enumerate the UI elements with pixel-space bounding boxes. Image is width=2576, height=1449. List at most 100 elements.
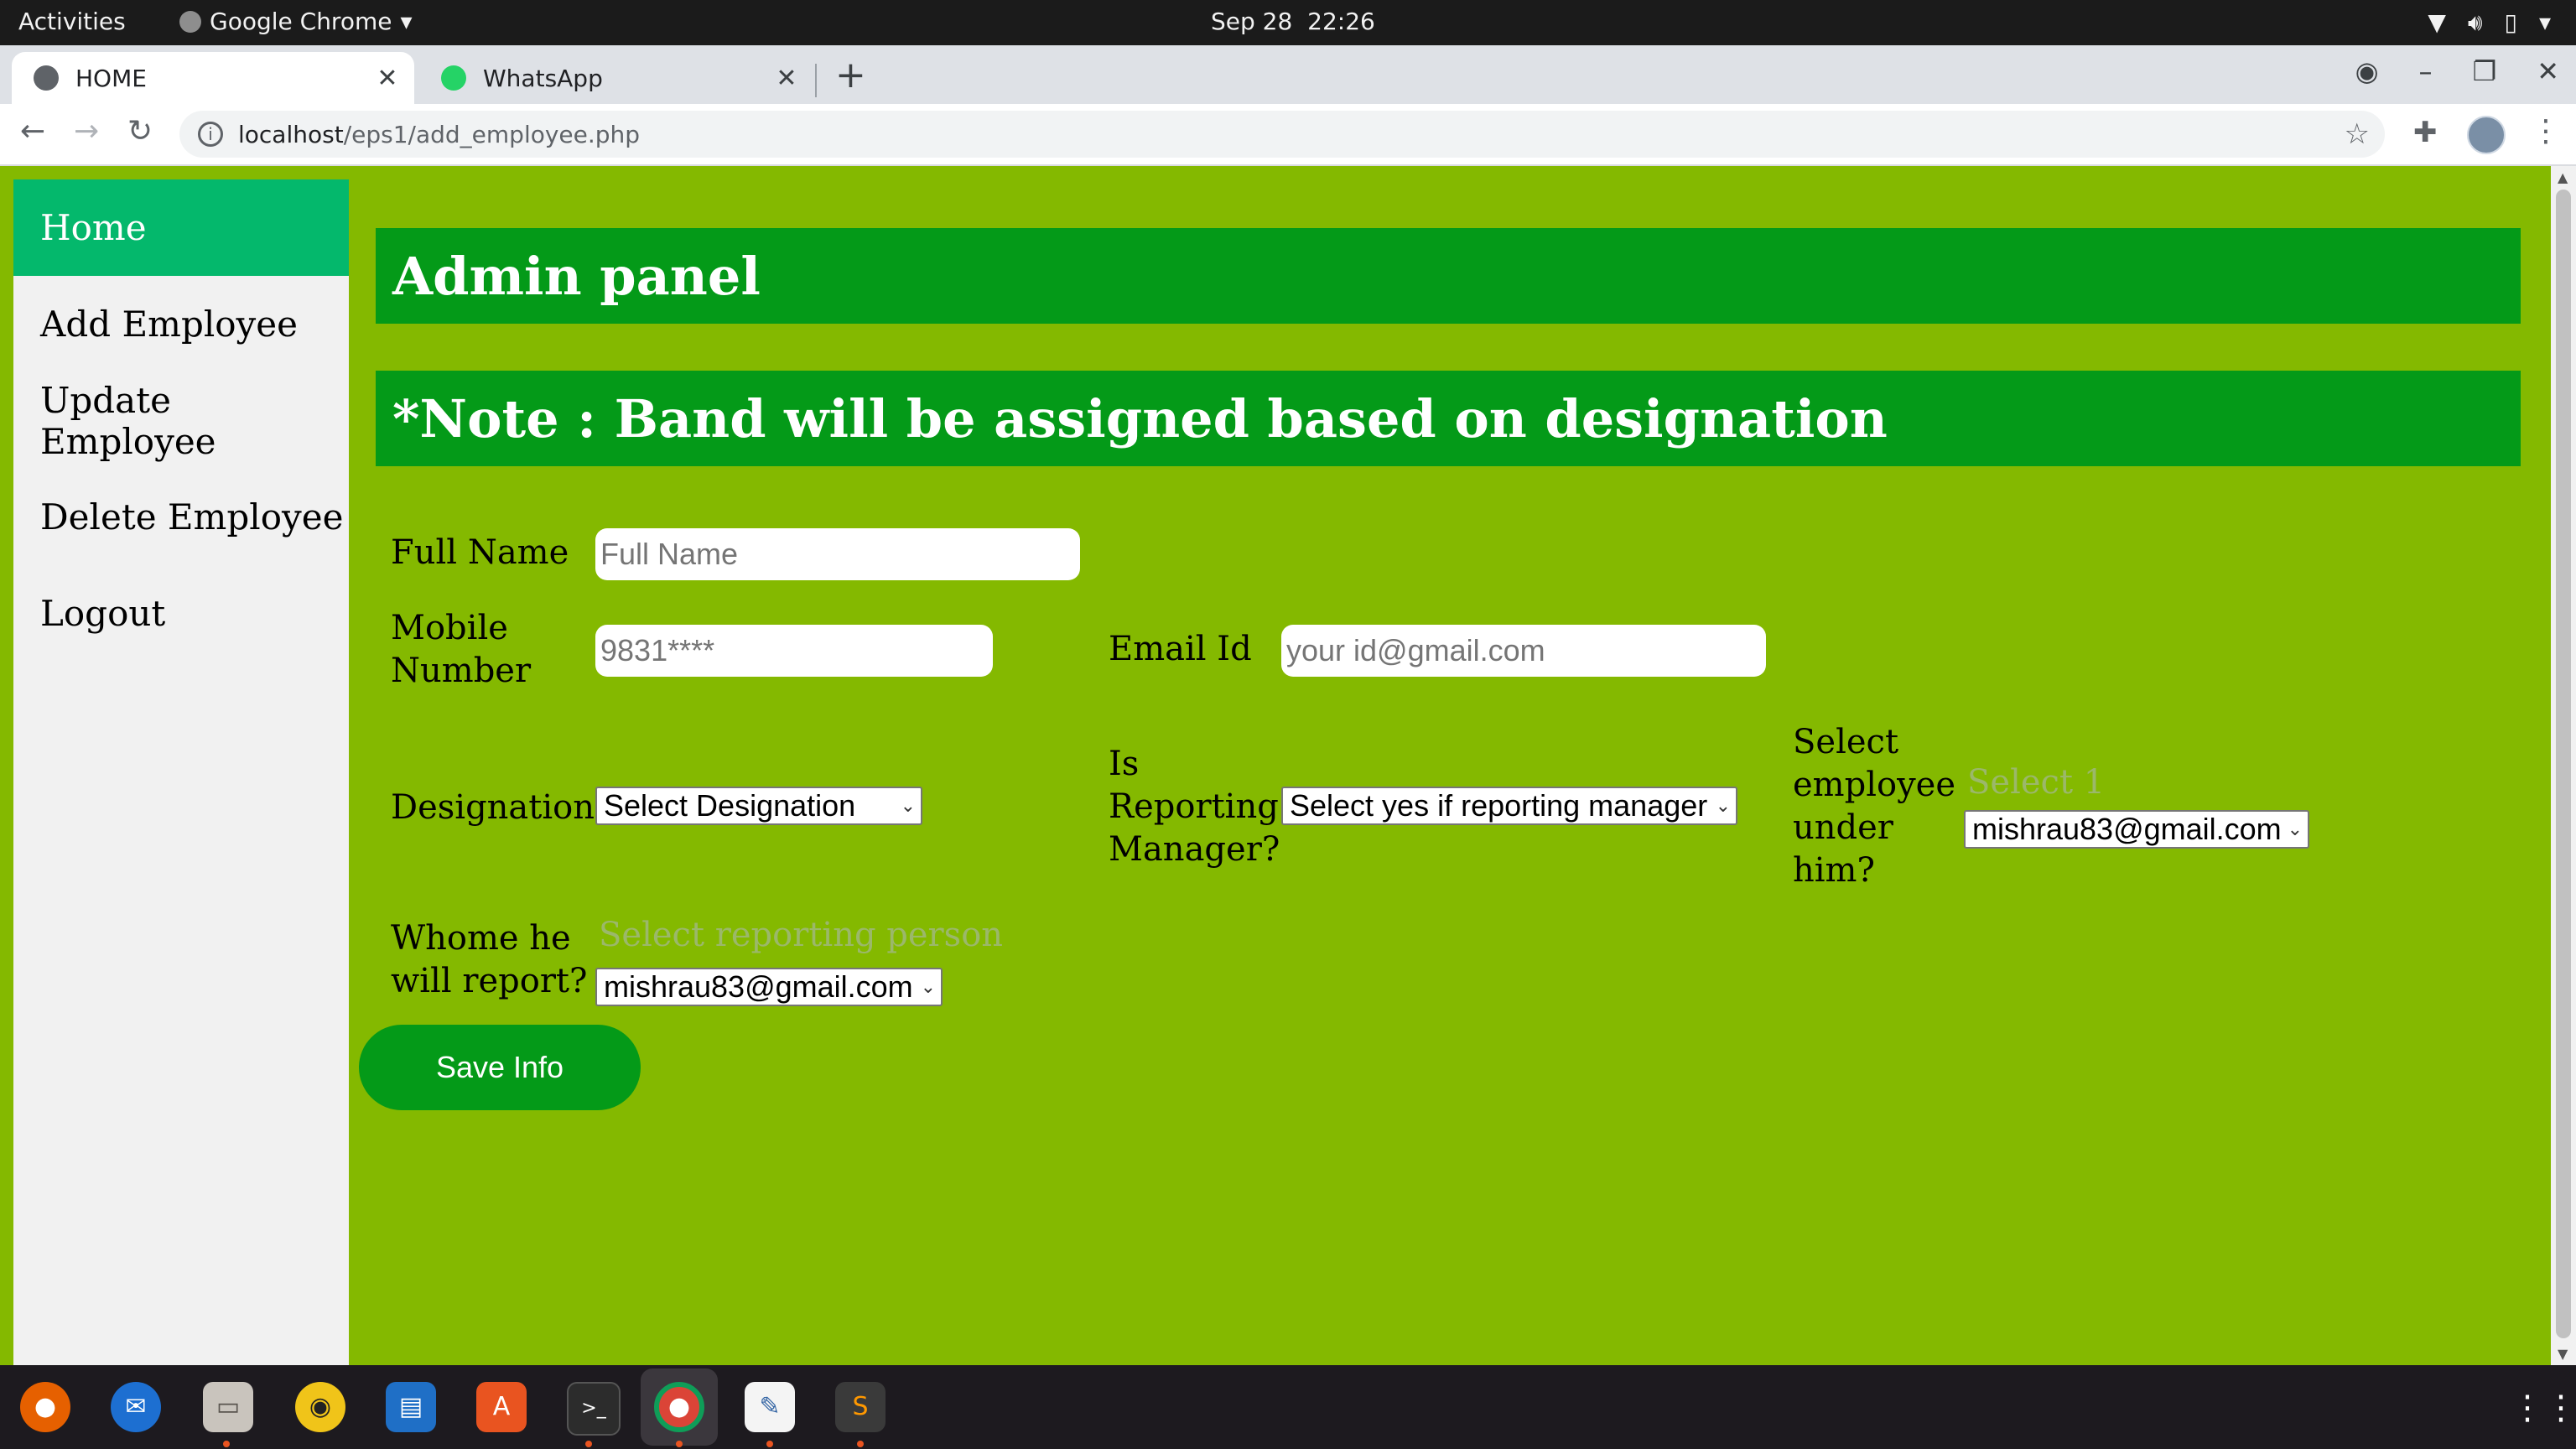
close-window-icon[interactable]: ✕ [2537, 55, 2559, 87]
chevron-down-icon: ⌄ [900, 795, 916, 816]
reporting-manager-selected: Select yes if reporting manager [1290, 788, 1708, 823]
rhythmbox-icon[interactable]: ◉ [295, 1382, 345, 1432]
tab-title: WhatsApp [483, 64, 603, 92]
manager-label-line: Is [1109, 745, 1140, 783]
sidebar-item-update-employee[interactable]: Update Employee [13, 372, 349, 469]
disc-glyph: ◉ [309, 1392, 332, 1421]
back-arrow-icon[interactable]: ← [20, 114, 45, 148]
chevron-down-icon: ▾ [2538, 8, 2551, 36]
tab-search-icon[interactable]: ◉ [2355, 55, 2379, 87]
employees-under-hint: Select 1 [1967, 763, 2106, 802]
minimize-icon[interactable]: – [2419, 55, 2433, 87]
reporting-manager-select[interactable]: Select yes if reporting manager ⌄ [1281, 787, 1737, 825]
software-icon[interactable]: A [476, 1382, 527, 1432]
sublime-icon[interactable]: S [835, 1382, 886, 1432]
document-glyph: ▤ [398, 1392, 423, 1421]
writer-icon[interactable]: ▤ [386, 1382, 436, 1432]
reports-to-select[interactable]: mishrau83@gmail.com ⌄ [595, 968, 943, 1006]
window-controls: ◉ – ❐ ✕ [2355, 55, 2559, 87]
files-icon[interactable]: ▭ [203, 1382, 253, 1432]
reports-label-line: Whome he [391, 919, 571, 958]
running-indicator [585, 1441, 592, 1447]
designation-select[interactable]: Select Designation ⌄ [595, 787, 922, 825]
mobile-label-line: Mobile [391, 609, 508, 647]
save-info-button[interactable]: Save Info [359, 1025, 641, 1110]
wifi-icon: ▼ [2428, 8, 2446, 36]
sidebar-item-delete-employee[interactable]: Delete Employee [13, 469, 349, 565]
restore-icon[interactable]: ❐ [2473, 55, 2497, 87]
sidebar-item-add-employee[interactable]: Add Employee [13, 276, 349, 372]
clock-time: 22:26 [1307, 8, 1375, 35]
mobile-number-label: Mobile Number [391, 607, 531, 693]
close-icon[interactable]: ✕ [369, 64, 406, 93]
chrome-small-icon [179, 10, 201, 33]
folder-glyph: ▭ [216, 1392, 241, 1421]
page-scrollbar[interactable]: ▲ ▼ [2551, 166, 2576, 1365]
new-tab-button[interactable]: + [835, 54, 866, 96]
clock[interactable]: Sep 28 22:26 [1211, 8, 1375, 35]
volume-icon: 🔊︎ [2467, 8, 2483, 36]
reload-icon[interactable]: ↻ [127, 114, 153, 148]
reports-to-label: Whome he will report? [391, 917, 587, 1003]
email-input[interactable] [1281, 625, 1766, 677]
under-label-line: under [1793, 808, 1893, 847]
manager-label-line: Reporting [1109, 787, 1279, 826]
whatsapp-icon [441, 65, 466, 91]
url-path: /eps1/add_employee.php [343, 120, 641, 148]
show-apps-grid-icon[interactable]: ⋮⋮⋮ [2511, 1389, 2576, 1427]
email-label: Email Id [1109, 630, 1252, 668]
app-menu[interactable]: Google Chrome ▾ [179, 8, 413, 35]
scrollbar-thumb[interactable] [2556, 190, 2571, 1338]
designation-selected: Select Designation [604, 788, 856, 823]
full-name-input[interactable] [595, 528, 1080, 580]
firefox-icon[interactable]: ● [20, 1382, 70, 1432]
system-top-bar: Activities Google Chrome ▾ Sep 28 22:26 … [0, 0, 2576, 45]
forward-arrow-icon[interactable]: → [74, 114, 99, 148]
under-label-line: Select [1793, 723, 1899, 761]
mail-glyph: ✉ [125, 1392, 147, 1421]
url-host: localhost [238, 120, 344, 148]
app-menu-label: Google Chrome [210, 8, 392, 35]
mobile-label-line: Number [391, 652, 532, 690]
close-icon[interactable]: ✕ [768, 64, 805, 93]
profile-avatar[interactable] [2467, 116, 2506, 154]
chevron-down-icon: ⌄ [920, 976, 936, 997]
bookmark-star-icon[interactable]: ☆ [2345, 117, 2370, 151]
more-menu-icon[interactable]: ⋮ [2531, 114, 2561, 148]
designation-note: *Note : Band will be assigned based on d… [376, 371, 2521, 466]
chrome-icon[interactable]: ● [654, 1382, 704, 1432]
employees-under-label: Select employee under him? [1793, 721, 1955, 892]
scroll-up-icon[interactable]: ▲ [2558, 169, 2568, 185]
scroll-down-icon[interactable]: ▼ [2558, 1346, 2568, 1362]
employees-under-selected: mishrau83@gmail.com [1972, 812, 2282, 846]
mobile-number-input[interactable] [595, 625, 993, 677]
sidebar-item-logout[interactable]: Logout [13, 565, 349, 662]
address-bar[interactable]: i localhost/eps1/add_employee.php ☆ [179, 111, 2385, 158]
under-label-line: him? [1793, 851, 1875, 890]
running-indicator [857, 1441, 864, 1447]
clock-date: Sep 28 [1211, 8, 1293, 35]
site-info-icon[interactable]: i [198, 122, 223, 147]
designation-label: Designation [391, 788, 595, 827]
terminal-icon[interactable]: >_ [567, 1382, 621, 1436]
thunderbird-icon[interactable]: ✉ [111, 1382, 161, 1432]
sidebar-item-home[interactable]: Home [13, 179, 349, 276]
under-label-line: employee [1793, 766, 1956, 804]
activities-button[interactable]: Activities [18, 8, 126, 35]
browser-toolbar: ← → ↻ i localhost/eps1/add_employee.php … [0, 104, 2576, 166]
page-title: Admin panel [376, 228, 2521, 324]
tab-home[interactable]: HOME ✕ [12, 52, 414, 104]
full-name-label: Full Name [391, 533, 569, 572]
tab-whatsapp[interactable]: WhatsApp ✕ [419, 52, 813, 104]
taskbar-dock: ● ✉ ▭ ◉ ▤ A >_ ● ✎ S ⋮⋮⋮ [0, 1365, 2576, 1449]
system-tray[interactable]: ▼ 🔊︎ ▯ ▾ [2428, 8, 2551, 37]
extensions-puzzle-icon[interactable]: ✚ [2413, 116, 2438, 149]
employees-under-select[interactable]: mishrau83@gmail.com ⌄ [1964, 810, 2309, 849]
tab-strip: HOME ✕ WhatsApp ✕ + ◉ – ❐ ✕ [0, 45, 2576, 104]
chrome-glyph: ● [667, 1392, 691, 1421]
firefox-glyph: ● [34, 1392, 57, 1421]
reports-label-line: will report? [391, 962, 588, 1000]
running-indicator [766, 1441, 773, 1447]
pencil-glyph: ✎ [759, 1392, 781, 1421]
text-editor-icon[interactable]: ✎ [745, 1382, 795, 1432]
